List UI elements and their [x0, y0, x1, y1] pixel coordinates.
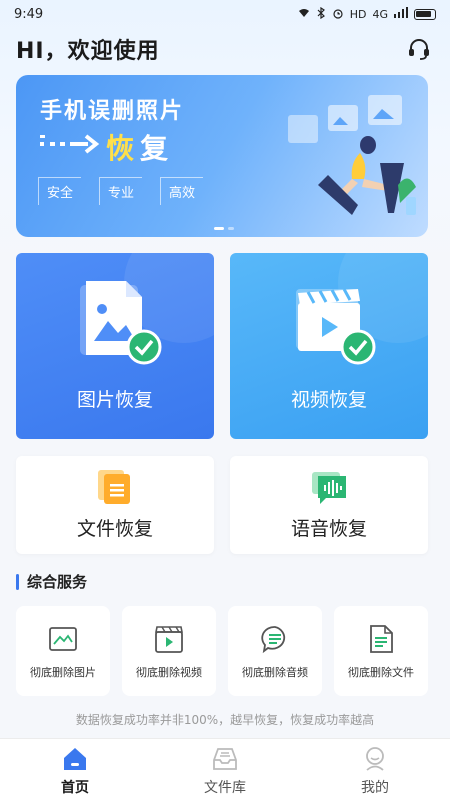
header: HI，欢迎使用: [16, 32, 434, 66]
service-label: 彻底删除视频: [136, 666, 202, 679]
disclaimer-text: 数据恢复成功率并非100%，越早恢复，恢复成功率越高: [75, 713, 375, 727]
image-recovery-card[interactable]: 图片恢复: [16, 253, 214, 439]
arrow-icon: [40, 132, 100, 162]
home-icon: [61, 745, 89, 773]
battery-icon: [414, 8, 436, 20]
status-icons: HD 4G: [298, 6, 436, 22]
greeting-text: HI，欢迎使用: [16, 39, 160, 64]
image-delete-icon: [48, 624, 78, 654]
delete-videos-service[interactable]: 彻底删除视频: [122, 606, 216, 696]
bluetooth-icon: [316, 6, 326, 22]
tab-label: 我的: [361, 780, 389, 796]
status-bar: 9:49 HD 4G: [0, 0, 450, 28]
audio-delete-icon: [260, 624, 290, 654]
delete-audio-service[interactable]: 彻底删除音频: [228, 606, 322, 696]
banner-subtitle-highlight: 恢: [106, 132, 135, 165]
pagination-dot[interactable]: [214, 227, 224, 230]
document-icon: [96, 468, 134, 506]
section-title: 综合服务: [27, 573, 88, 591]
file-delete-icon: [366, 624, 396, 654]
promo-banner[interactable]: 手机误删照片 恢复 安全 专业 高效: [16, 75, 428, 237]
banner-tag: 安全: [38, 177, 82, 205]
pagination-dot[interactable]: [228, 227, 234, 230]
network-indicator: 4G: [372, 7, 388, 21]
banner-subtitle-rest: 复: [140, 132, 169, 165]
tab-home[interactable]: 首页: [0, 739, 150, 800]
section-header: 综合服务: [16, 571, 87, 592]
delete-files-service[interactable]: 彻底删除文件: [334, 606, 428, 696]
banner-subtitle: 恢复: [40, 127, 168, 167]
banner-tag: 高效: [160, 177, 204, 205]
service-label: 彻底删除文件: [348, 666, 414, 679]
video-recovery-card[interactable]: 视频恢复: [230, 253, 428, 439]
headset-icon[interactable]: [404, 34, 434, 64]
video-recovery-label: 视频恢复: [290, 389, 367, 411]
banner-illustration: [288, 95, 416, 215]
video-clapper-icon: [292, 279, 382, 369]
banner-title: 手机误删照片: [40, 99, 185, 124]
service-label: 彻底删除音频: [242, 666, 308, 679]
signal-icon: [394, 7, 408, 21]
tab-file-library[interactable]: 文件库: [150, 739, 300, 800]
tab-profile[interactable]: 我的: [300, 739, 450, 800]
hd-indicator: HD: [349, 7, 367, 21]
tab-label: 文件库: [204, 780, 246, 796]
image-file-icon: [78, 279, 168, 369]
voice-recovery-card[interactable]: 语音恢复: [230, 456, 428, 554]
user-icon: [361, 745, 389, 773]
section-accent-bar: [16, 573, 19, 590]
alarm-icon: [332, 7, 344, 22]
video-delete-icon: [154, 624, 184, 654]
banner-pagination: [214, 227, 234, 230]
file-recovery-card[interactable]: 文件恢复: [16, 456, 214, 554]
bottom-tab-bar: 首页 文件库 我的: [0, 738, 450, 800]
status-time: 9:49: [14, 6, 44, 22]
tab-label: 首页: [61, 780, 89, 796]
banner-tag: 专业: [99, 177, 143, 205]
banner-tags: 安全 专业 高效: [38, 177, 204, 205]
service-label: 彻底删除图片: [30, 666, 96, 679]
delete-images-service[interactable]: 彻底删除图片: [16, 606, 110, 696]
image-recovery-label: 图片恢复: [76, 389, 153, 411]
voice-icon: [310, 468, 348, 506]
file-recovery-label: 文件恢复: [76, 518, 153, 540]
voice-recovery-label: 语音恢复: [290, 518, 367, 540]
wifi-icon: [298, 7, 310, 22]
inbox-icon: [211, 745, 239, 773]
